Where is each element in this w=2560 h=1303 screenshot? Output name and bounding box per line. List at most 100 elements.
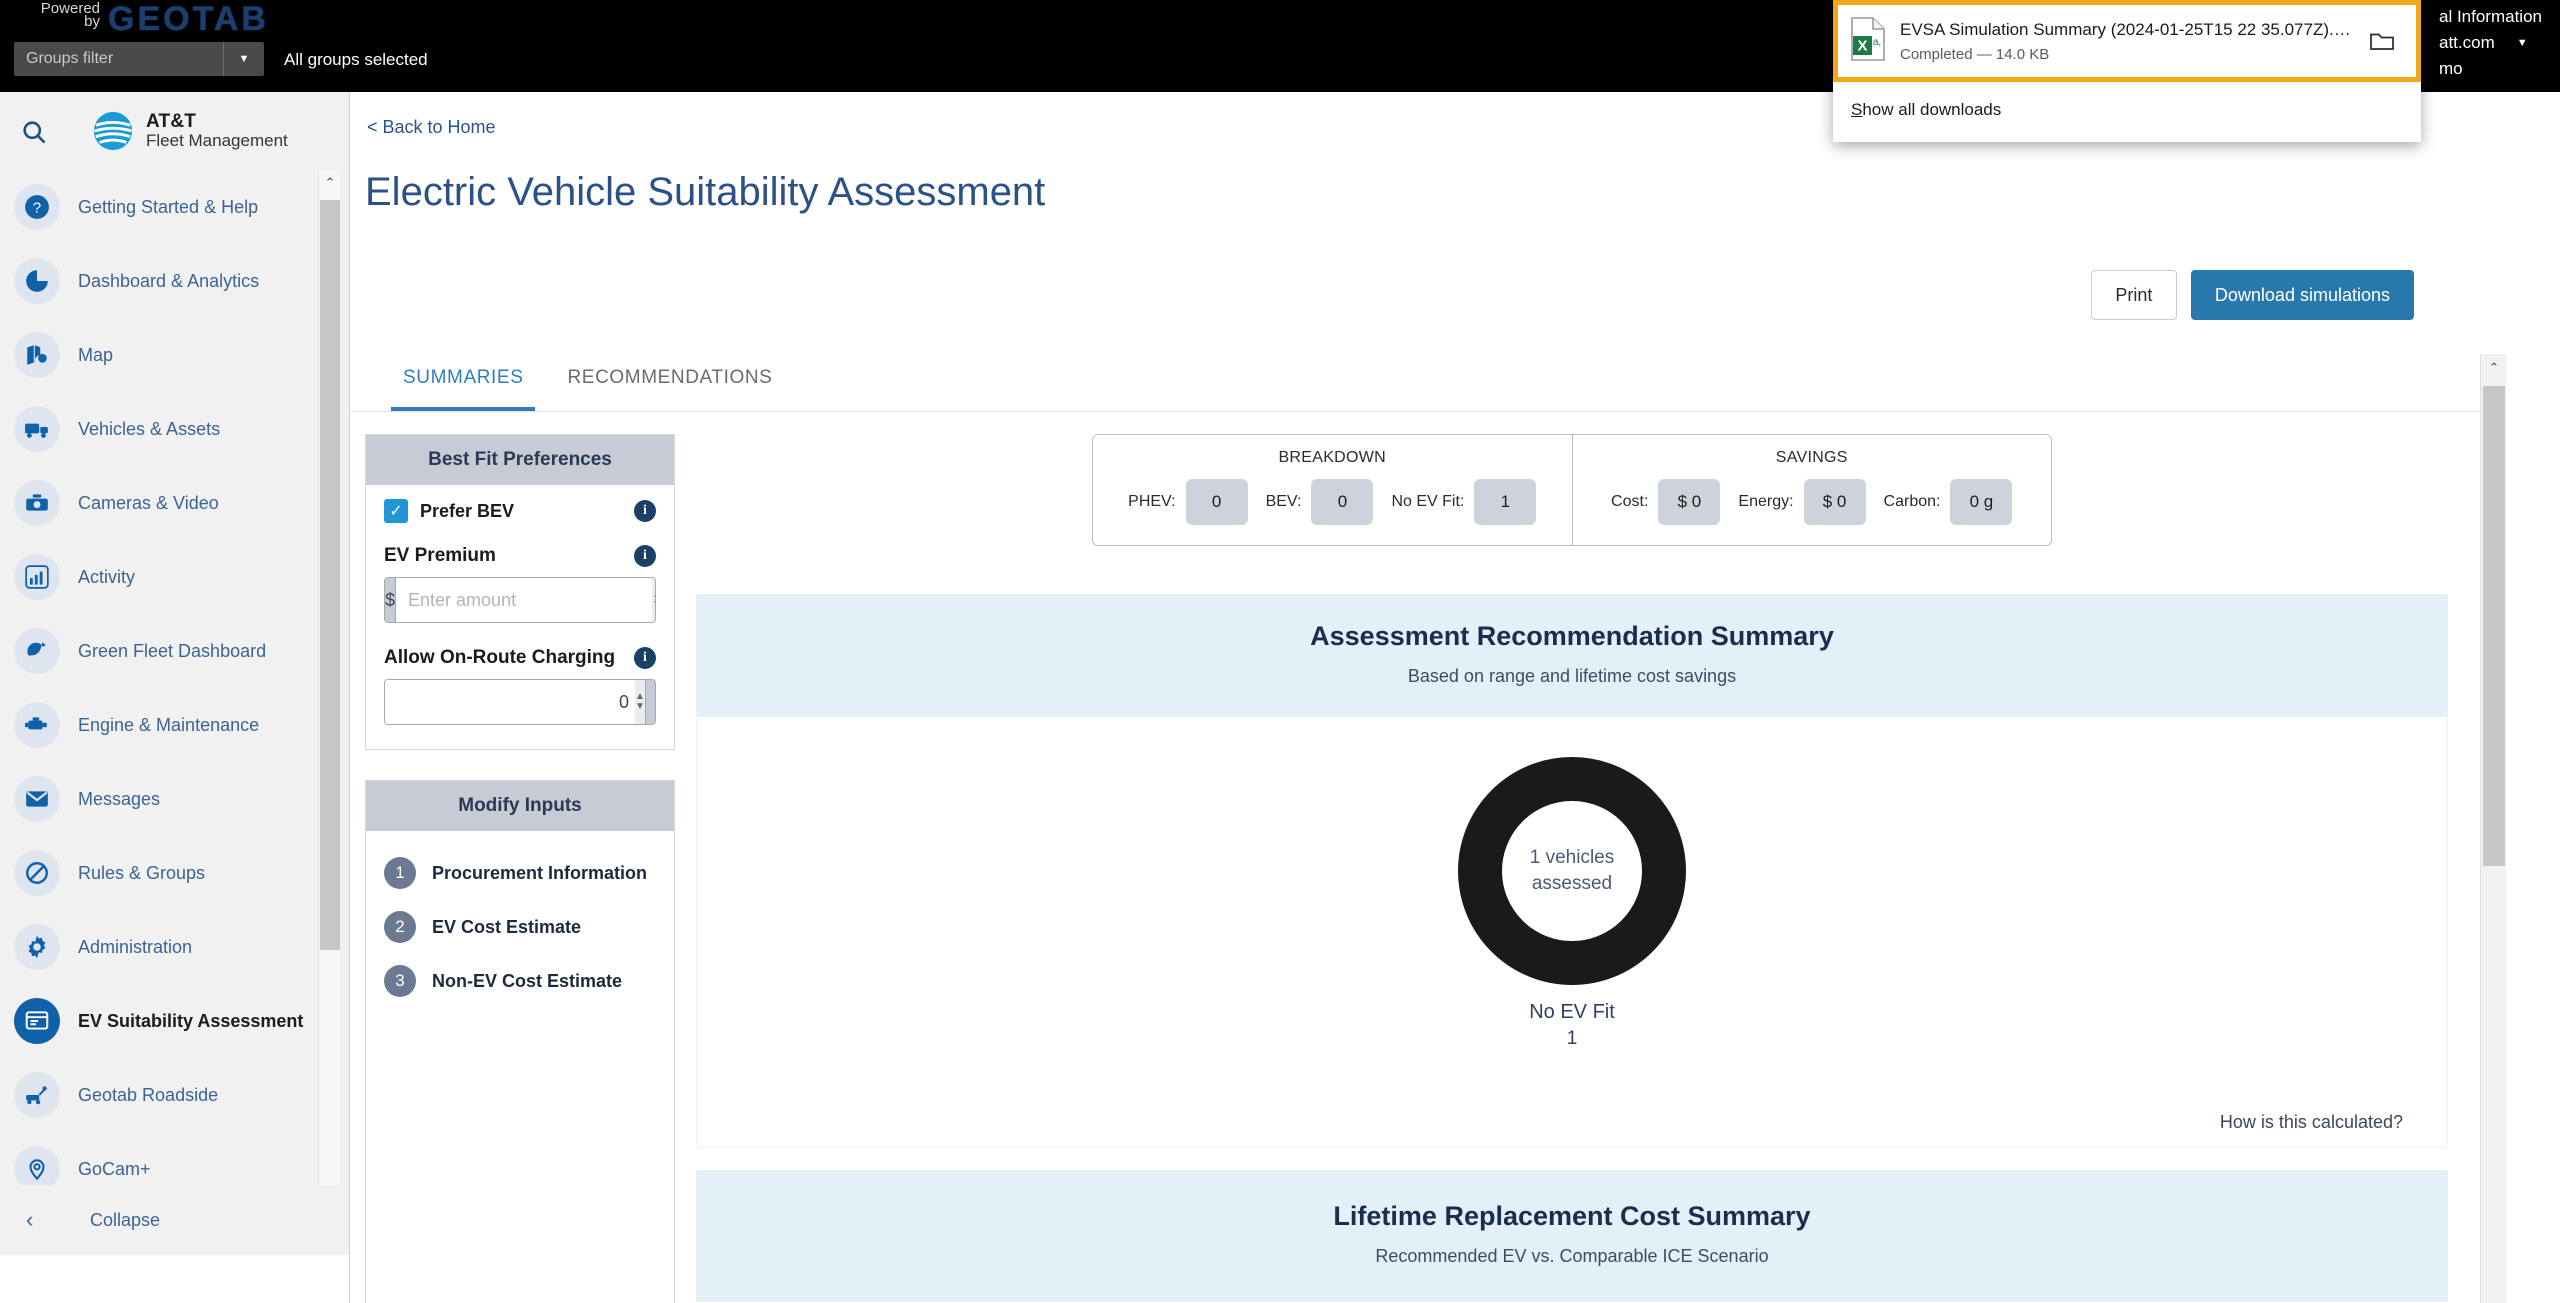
info-icon[interactable]: i: [634, 545, 656, 567]
caret-down-icon[interactable]: ▼: [224, 42, 264, 76]
bar-chart-icon: [14, 554, 60, 600]
download-simulations-button[interactable]: Download simulations: [2190, 270, 2414, 320]
tab-summaries[interactable]: SUMMARIES: [381, 344, 545, 411]
savings-group: SAVINGS Cost: $ 0 Energy: $ 0 Carbon: 0: [1571, 435, 2052, 545]
sidebar-item-label: EV Suitability Assessment: [78, 1010, 304, 1031]
lifetime-replacement-cost-summary-card: Lifetime Replacement Cost Summary Recomm…: [696, 1170, 2448, 1302]
prefer-bev-label: Prefer BEV: [420, 500, 515, 521]
sidebar-scrollbar[interactable]: ⌃ ⌄: [318, 170, 340, 1225]
kpi-phev: PHEV: 0: [1128, 479, 1248, 525]
sidebar-item-administration[interactable]: Administration ˅: [0, 910, 350, 984]
account-email: att.com: [2439, 33, 2495, 52]
show-all-downloads-link[interactable]: Show all downloads: [1851, 100, 2001, 120]
caret-down-icon[interactable]: ▼: [2517, 30, 2528, 56]
modify-input-step-ev-cost-estimate[interactable]: 2 EV Cost Estimate: [384, 911, 656, 943]
modify-input-step-non-ev-cost-estimate[interactable]: 3 Non-EV Cost Estimate: [384, 965, 656, 997]
account-line-1: al Information: [2439, 7, 2542, 26]
kpi-label: No EV Fit:: [1391, 493, 1465, 510]
sidebar-item-label: Dashboard & Analytics: [78, 270, 260, 291]
step-number: 2: [384, 911, 416, 943]
account-menu[interactable]: al Information att.com ▼ mo: [2439, 4, 2542, 82]
ev-premium-input[interactable]: [396, 578, 653, 622]
prefer-bev-checkbox[interactable]: ✓: [384, 499, 408, 523]
sidebar-collapse-label: Collapse: [90, 1209, 161, 1230]
prohibit-icon: [14, 850, 60, 896]
page-title: Electric Vehicle Suitability Assessment: [365, 170, 1046, 214]
scroll-up-icon[interactable]: ⌃: [319, 170, 341, 196]
prefer-bev-row: ✓ Prefer BEV i: [384, 499, 656, 523]
account-line-3: mo: [2439, 59, 2463, 78]
sidebar-collapse-button[interactable]: ‹ Collapse: [0, 1185, 349, 1255]
groups-filter-dropdown[interactable]: Groups filter ▼: [14, 42, 264, 76]
map-pin-icon: [14, 332, 60, 378]
modify-input-step-procurement-information[interactable]: 1 Procurement Information: [384, 857, 656, 889]
info-icon[interactable]: i: [634, 647, 656, 669]
tab-bar: SUMMARIES RECOMMENDATIONS: [351, 344, 2506, 412]
onroute-charging-input[interactable]: [385, 680, 635, 724]
download-item-text: EVSA Simulation Summary (2024-01-25T15 2…: [1900, 20, 2352, 63]
sidebar-item-activity[interactable]: Activity ˅: [0, 540, 350, 614]
onroute-charging-unit: events / mo: [644, 680, 655, 724]
svg-text:X: X: [1857, 37, 1867, 54]
truck-icon: [14, 406, 60, 452]
tab-recommendations[interactable]: RECOMMENDATIONS: [545, 344, 794, 411]
folder-open-icon[interactable]: [2366, 29, 2400, 53]
main-scroll-thumb[interactable]: [2483, 386, 2505, 866]
currency-symbol: $: [385, 578, 397, 622]
kpi-energy: Energy: $ 0: [1738, 479, 1866, 525]
main-scrollbar[interactable]: ⌃ ⌄: [2480, 354, 2506, 1303]
geotab-logo: GEOTAB: [108, 0, 269, 38]
account-line-2-row[interactable]: att.com ▼: [2439, 30, 2542, 56]
sidebar-item-getting-started[interactable]: ? Getting Started & Help ˅: [0, 170, 350, 244]
onroute-charging-stepper[interactable]: ▲ ▼: [635, 680, 645, 724]
powered-by-label: Powered by: [40, 0, 100, 30]
download-item[interactable]: X a, EVSA Simulation Summary (2024-01-25…: [1833, 0, 2421, 82]
print-button[interactable]: Print: [2090, 270, 2177, 320]
kpi-cost: Cost: $ 0: [1611, 479, 1721, 525]
sidebar-item-rules-groups[interactable]: Rules & Groups ˅: [0, 836, 350, 910]
ev-premium-stepper[interactable]: ▲▼: [652, 578, 655, 622]
sidebar-item-ev-suitability-assessment[interactable]: EV Suitability Assessment: [0, 984, 350, 1058]
groups-filter-input[interactable]: Groups filter: [14, 42, 223, 76]
download-file-name: EVSA Simulation Summary (2024-01-25T15 2…: [1900, 19, 2352, 39]
back-to-home-link[interactable]: < Back to Home: [367, 117, 496, 138]
att-fleet-brand: AT&T Fleet Management: [92, 110, 288, 152]
best-fit-preferences-panel: Best Fit Preferences ✓ Prefer BEV i EV P…: [365, 434, 675, 750]
onroute-charging-input-group: ▲▼ events / mo: [384, 679, 656, 725]
scroll-up-icon[interactable]: ⌃: [2481, 354, 2507, 382]
download-notification-popup: X a, EVSA Simulation Summary (2024-01-25…: [1833, 0, 2421, 142]
donut-center-line-2: assessed: [1531, 873, 1613, 894]
all-groups-selected-label: All groups selected: [284, 50, 428, 69]
kpi-summary-bar: BREAKDOWN PHEV: 0 BEV: 0 No EV Fit: 1 SA…: [1092, 434, 2052, 546]
sidebar-item-green-fleet-dashboard[interactable]: Green Fleet Dashboard: [0, 614, 350, 688]
svg-text:a,: a,: [1873, 37, 1881, 48]
header-actions: Print Download simulations: [2090, 270, 2414, 320]
download-popup-footer: Show all downloads: [1833, 82, 2421, 142]
how-is-this-calculated-link[interactable]: How is this calculated?: [2220, 1112, 2403, 1133]
app-root: Powered by GEOTAB Groups filter ▼ All gr…: [0, 0, 2560, 1303]
onroute-charging-label-row: Allow On-Route Charging i: [384, 647, 656, 669]
sidebar-item-map[interactable]: Map ˅: [0, 318, 350, 392]
sidebar-item-dashboard-analytics[interactable]: Dashboard & Analytics ˅: [0, 244, 350, 318]
ev-premium-input-group: $ ▲▼: [384, 577, 656, 623]
sidebar-item-vehicles-assets[interactable]: Vehicles & Assets: [0, 392, 350, 466]
kpi-value: 0: [1185, 479, 1248, 525]
sidebar-item-geotab-roadside[interactable]: Geotab Roadside: [0, 1058, 350, 1132]
assessment-icon: [14, 998, 60, 1044]
search-icon[interactable]: [14, 112, 54, 152]
sidebar-item-messages[interactable]: Messages: [0, 762, 350, 836]
onroute-charging-label: Allow On-Route Charging: [384, 647, 616, 668]
kpi-label: Cost:: [1611, 493, 1649, 510]
info-icon[interactable]: i: [634, 500, 656, 522]
step-label: Procurement Information: [432, 862, 648, 883]
modify-inputs-title: Modify Inputs: [366, 781, 674, 831]
sidebar-item-engine-maintenance[interactable]: Engine & Maintenance ˅: [0, 688, 350, 762]
sidebar-item-cameras-video[interactable]: Cameras & Video ˅: [0, 466, 350, 540]
kpi-label: PHEV:: [1128, 493, 1176, 510]
download-status: Completed — 14.0 KB: [1900, 45, 2050, 63]
kpi-value: 1: [1474, 479, 1537, 525]
sidebar-scroll-thumb[interactable]: [320, 200, 340, 950]
preferences-column: Best Fit Preferences ✓ Prefer BEV i EV P…: [365, 434, 675, 1303]
sidebar-item-label: Administration: [78, 936, 193, 957]
sidebar-item-label: Engine & Maintenance: [78, 714, 260, 735]
